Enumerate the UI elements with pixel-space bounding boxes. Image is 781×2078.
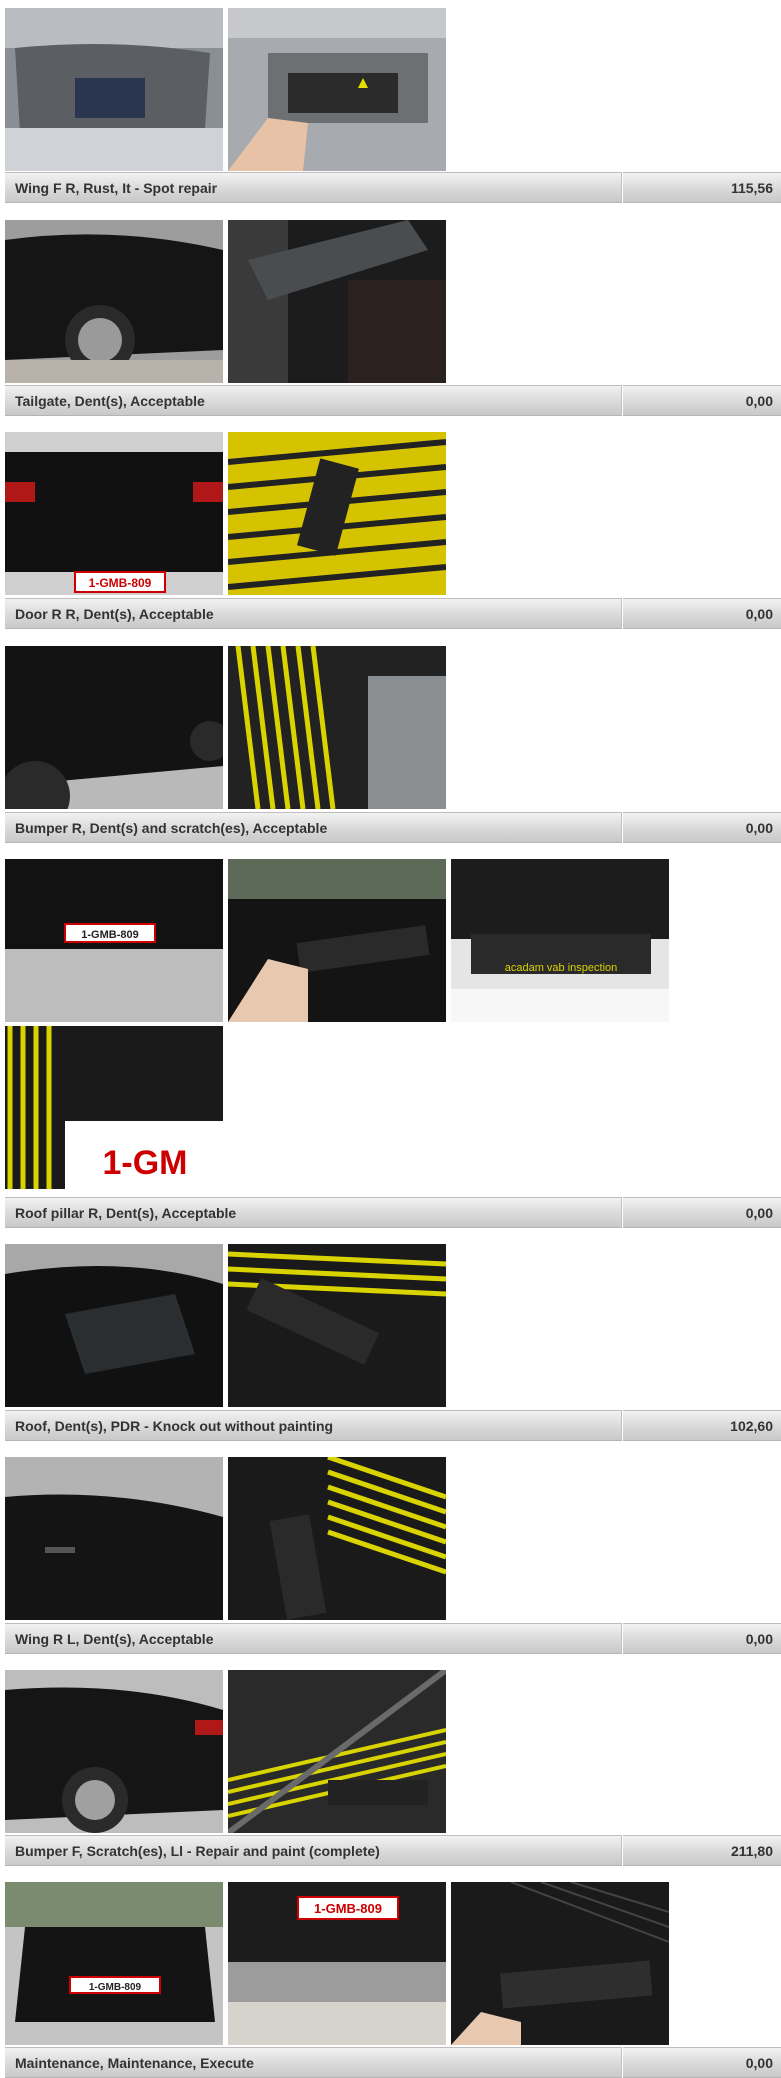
photo-thumbnail[interactable] (5, 1244, 223, 1407)
repair-cost: 0,00 (745, 1630, 773, 1647)
photo-thumbnail[interactable] (228, 646, 446, 809)
damage-row: Tailgate, Dent(s), Acceptable 0,00 (5, 385, 781, 416)
photo-thumbnail[interactable] (5, 1670, 223, 1833)
repair-cost: 0,00 (745, 2054, 773, 2071)
photo-row (5, 1244, 446, 1407)
photo-row: 1-GM (5, 1026, 223, 1189)
repair-cost: 115,56 (730, 179, 773, 196)
photo-thumbnail[interactable] (228, 859, 446, 1022)
damage-description: Door R R, Dent(s), Acceptable (15, 605, 214, 622)
license-plate-text: 1-GMB-809 (89, 576, 152, 590)
photo-row (5, 8, 446, 171)
damage-description: Wing R L, Dent(s), Acceptable (15, 1630, 214, 1647)
damage-row: Roof, Dent(s), PDR - Knock out without p… (5, 1410, 781, 1441)
photo-thumbnail[interactable]: acadam vab inspection (451, 859, 669, 1022)
photo-thumbnail[interactable] (228, 8, 446, 171)
damage-description: Bumper R, Dent(s) and scratch(es), Accep… (15, 819, 328, 836)
damage-description: Tailgate, Dent(s), Acceptable (15, 392, 205, 409)
photo-thumbnail[interactable] (5, 646, 223, 809)
damage-row: Bumper F, Scratch(es), Ll - Repair and p… (5, 1835, 781, 1866)
repair-cost: 0,00 (745, 1204, 773, 1221)
photo-row (5, 1457, 446, 1620)
gauge-brand-text: acadam vab inspection (505, 962, 618, 974)
photo-thumbnail[interactable]: 1-GMB-809 (5, 859, 223, 1022)
photo-row: 1-GMB-809 (5, 432, 446, 595)
photo-row (5, 1670, 446, 1833)
license-plate-text: 1-GMB-809 (89, 1982, 142, 1993)
svg-text:1-GM: 1-GM (103, 1144, 188, 1182)
photo-thumbnail[interactable] (228, 1670, 446, 1833)
photo-thumbnail[interactable] (228, 432, 446, 595)
photo-thumbnail[interactable]: 1-GMB-809 (5, 432, 223, 595)
damage-row: Wing F R, Rust, It - Spot repair 115,56 (5, 172, 781, 203)
photo-thumbnail[interactable]: 1-GM (5, 1026, 223, 1189)
photo-thumbnail[interactable]: 1-GMB-809 (5, 1882, 223, 2045)
photo-thumbnail[interactable] (5, 1457, 223, 1620)
photo-thumbnail[interactable]: 1-GMB-809 (228, 1882, 446, 2045)
damage-row: Roof pillar R, Dent(s), Acceptable 0,00 (5, 1197, 781, 1228)
license-plate-text: 1-GMB-809 (81, 929, 138, 941)
damage-description: Bumper F, Scratch(es), Ll - Repair and p… (15, 1842, 380, 1859)
damage-description: Maintenance, Maintenance, Execute (15, 2054, 254, 2071)
repair-cost: 0,00 (745, 605, 773, 622)
repair-cost: 211,80 (730, 1842, 773, 1859)
damage-row: Maintenance, Maintenance, Execute 0,00 (5, 2047, 781, 2078)
photo-thumbnail[interactable] (5, 220, 223, 383)
repair-cost: 0,00 (745, 392, 773, 409)
photo-thumbnail[interactable] (451, 1882, 669, 2045)
license-plate-text: 1-GMB-809 (314, 1901, 382, 1916)
inspection-report: Wing F R, Rust, It - Spot repair 115,56 … (0, 0, 781, 2078)
photo-row: 1-GMB-809 1-GMB-809 (5, 1882, 669, 2045)
photo-row (5, 646, 446, 809)
photo-thumbnail[interactable] (228, 1244, 446, 1407)
photo-thumbnail[interactable] (5, 8, 223, 171)
photo-thumbnail[interactable] (228, 1457, 446, 1620)
damage-description: Roof pillar R, Dent(s), Acceptable (15, 1204, 237, 1221)
damage-description: Wing F R, Rust, It - Spot repair (15, 179, 218, 196)
photo-thumbnail[interactable] (228, 220, 446, 383)
photo-row (5, 220, 446, 383)
repair-cost: 102,60 (730, 1417, 773, 1434)
repair-cost: 0,00 (745, 819, 773, 836)
damage-description: Roof, Dent(s), PDR - Knock out without p… (15, 1417, 334, 1434)
damage-row: Door R R, Dent(s), Acceptable 0,00 (5, 598, 781, 629)
damage-row: Bumper R, Dent(s) and scratch(es), Accep… (5, 812, 781, 843)
photo-row: 1-GMB-809 acadam vab inspection (5, 859, 669, 1022)
damage-row: Wing R L, Dent(s), Acceptable 0,00 (5, 1623, 781, 1654)
